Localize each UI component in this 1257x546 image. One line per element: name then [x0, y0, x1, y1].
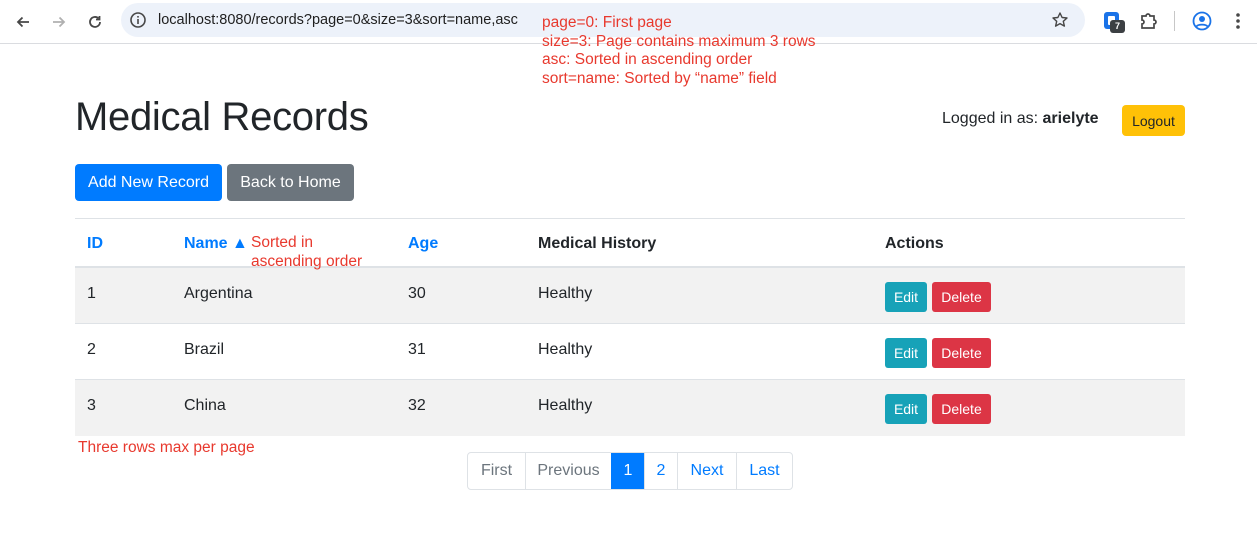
cell-age: 30: [408, 285, 426, 302]
edit-button[interactable]: Edit: [885, 282, 927, 312]
rows-annotation: Three rows max per page: [78, 439, 255, 456]
column-actions: Actions: [885, 235, 944, 252]
annotation-line: Sorted in: [251, 234, 314, 251]
logged-in-label: Logged in as:: [942, 110, 1039, 127]
cell-history: Healthy: [538, 397, 593, 414]
profile-icon[interactable]: [1190, 9, 1214, 33]
add-record-button[interactable]: Add New Record: [75, 164, 222, 201]
table-header: ID Name ▲ Age Medical History Actions: [75, 218, 1185, 268]
cell-age: 32: [408, 397, 426, 414]
username: arielyte: [1042, 110, 1099, 127]
reload-button[interactable]: [81, 8, 109, 36]
column-id-sort[interactable]: ID: [87, 235, 103, 253]
records-table: ID Name ▲ Age Medical History Actions 1 …: [75, 218, 1185, 436]
cell-name: Brazil: [184, 341, 225, 358]
annotation-line: ascending order: [251, 252, 363, 270]
back-home-button[interactable]: Back to Home: [227, 164, 354, 201]
site-info-icon[interactable]: [129, 11, 147, 29]
table-row: 1 Argentina 30 Healthy Edit Delete: [75, 268, 1185, 324]
cell-history: Healthy: [538, 285, 593, 302]
forward-button[interactable]: [45, 8, 73, 36]
column-age-sort[interactable]: Age: [408, 235, 438, 253]
cell-id: 2: [87, 341, 96, 358]
url-text: localhost:8080/records?page=0&size=3&sor…: [158, 12, 518, 28]
pagination: First Previous 1 2 Next Last: [467, 452, 793, 490]
arrow-right-icon: [53, 16, 66, 28]
page-title: Medical Records: [75, 95, 369, 139]
page-1[interactable]: 1: [611, 453, 644, 489]
edit-button[interactable]: Edit: [885, 338, 927, 368]
table-row: 2 Brazil 31 Healthy Edit Delete: [75, 324, 1185, 380]
reload-icon: [89, 16, 101, 28]
table-row: 3 China 32 Healthy Edit Delete: [75, 380, 1185, 436]
cell-id: 3: [87, 397, 96, 414]
logged-in-status: Logged in as: arielyte: [942, 110, 1099, 128]
annotation-line: asc: Sorted in ascending order: [542, 51, 753, 68]
logout-button[interactable]: Logout: [1122, 105, 1185, 136]
cell-name: China: [184, 397, 226, 414]
edit-button[interactable]: Edit: [885, 394, 927, 424]
annotation-line: sort=name: Sorted by “name” field: [542, 69, 777, 87]
sort-annotation: Sorted in ascending order: [251, 234, 362, 271]
page-previous[interactable]: Previous: [525, 453, 611, 489]
bookmark-star-icon[interactable]: [1051, 11, 1069, 29]
back-button[interactable]: [9, 8, 37, 36]
page-next[interactable]: Next: [677, 453, 736, 489]
menu-dots-icon[interactable]: [1226, 9, 1250, 33]
delete-button[interactable]: Delete: [932, 282, 991, 312]
toolbar-divider: [1174, 11, 1175, 31]
cell-history: Healthy: [538, 341, 593, 358]
extension-badge: 7: [1110, 20, 1125, 33]
delete-button[interactable]: Delete: [932, 338, 991, 368]
column-history: Medical History: [538, 235, 657, 252]
puzzle-icon[interactable]: [1137, 9, 1161, 33]
annotation-line: size=3: Page contains maximum 3 rows: [542, 32, 816, 50]
url-annotation: page=0: First page size=3: Page contains…: [542, 14, 816, 88]
arrow-left-icon: [16, 16, 29, 28]
column-name-sort[interactable]: Name ▲: [184, 235, 248, 253]
page-2[interactable]: 2: [644, 453, 677, 489]
page-first[interactable]: First: [468, 453, 525, 489]
delete-button[interactable]: Delete: [932, 394, 991, 424]
annotation-line: page=0: First page: [542, 14, 672, 31]
cell-id: 1: [87, 285, 96, 302]
page-last[interactable]: Last: [736, 453, 792, 489]
cell-name: Argentina: [184, 285, 253, 302]
cell-age: 31: [408, 341, 426, 358]
